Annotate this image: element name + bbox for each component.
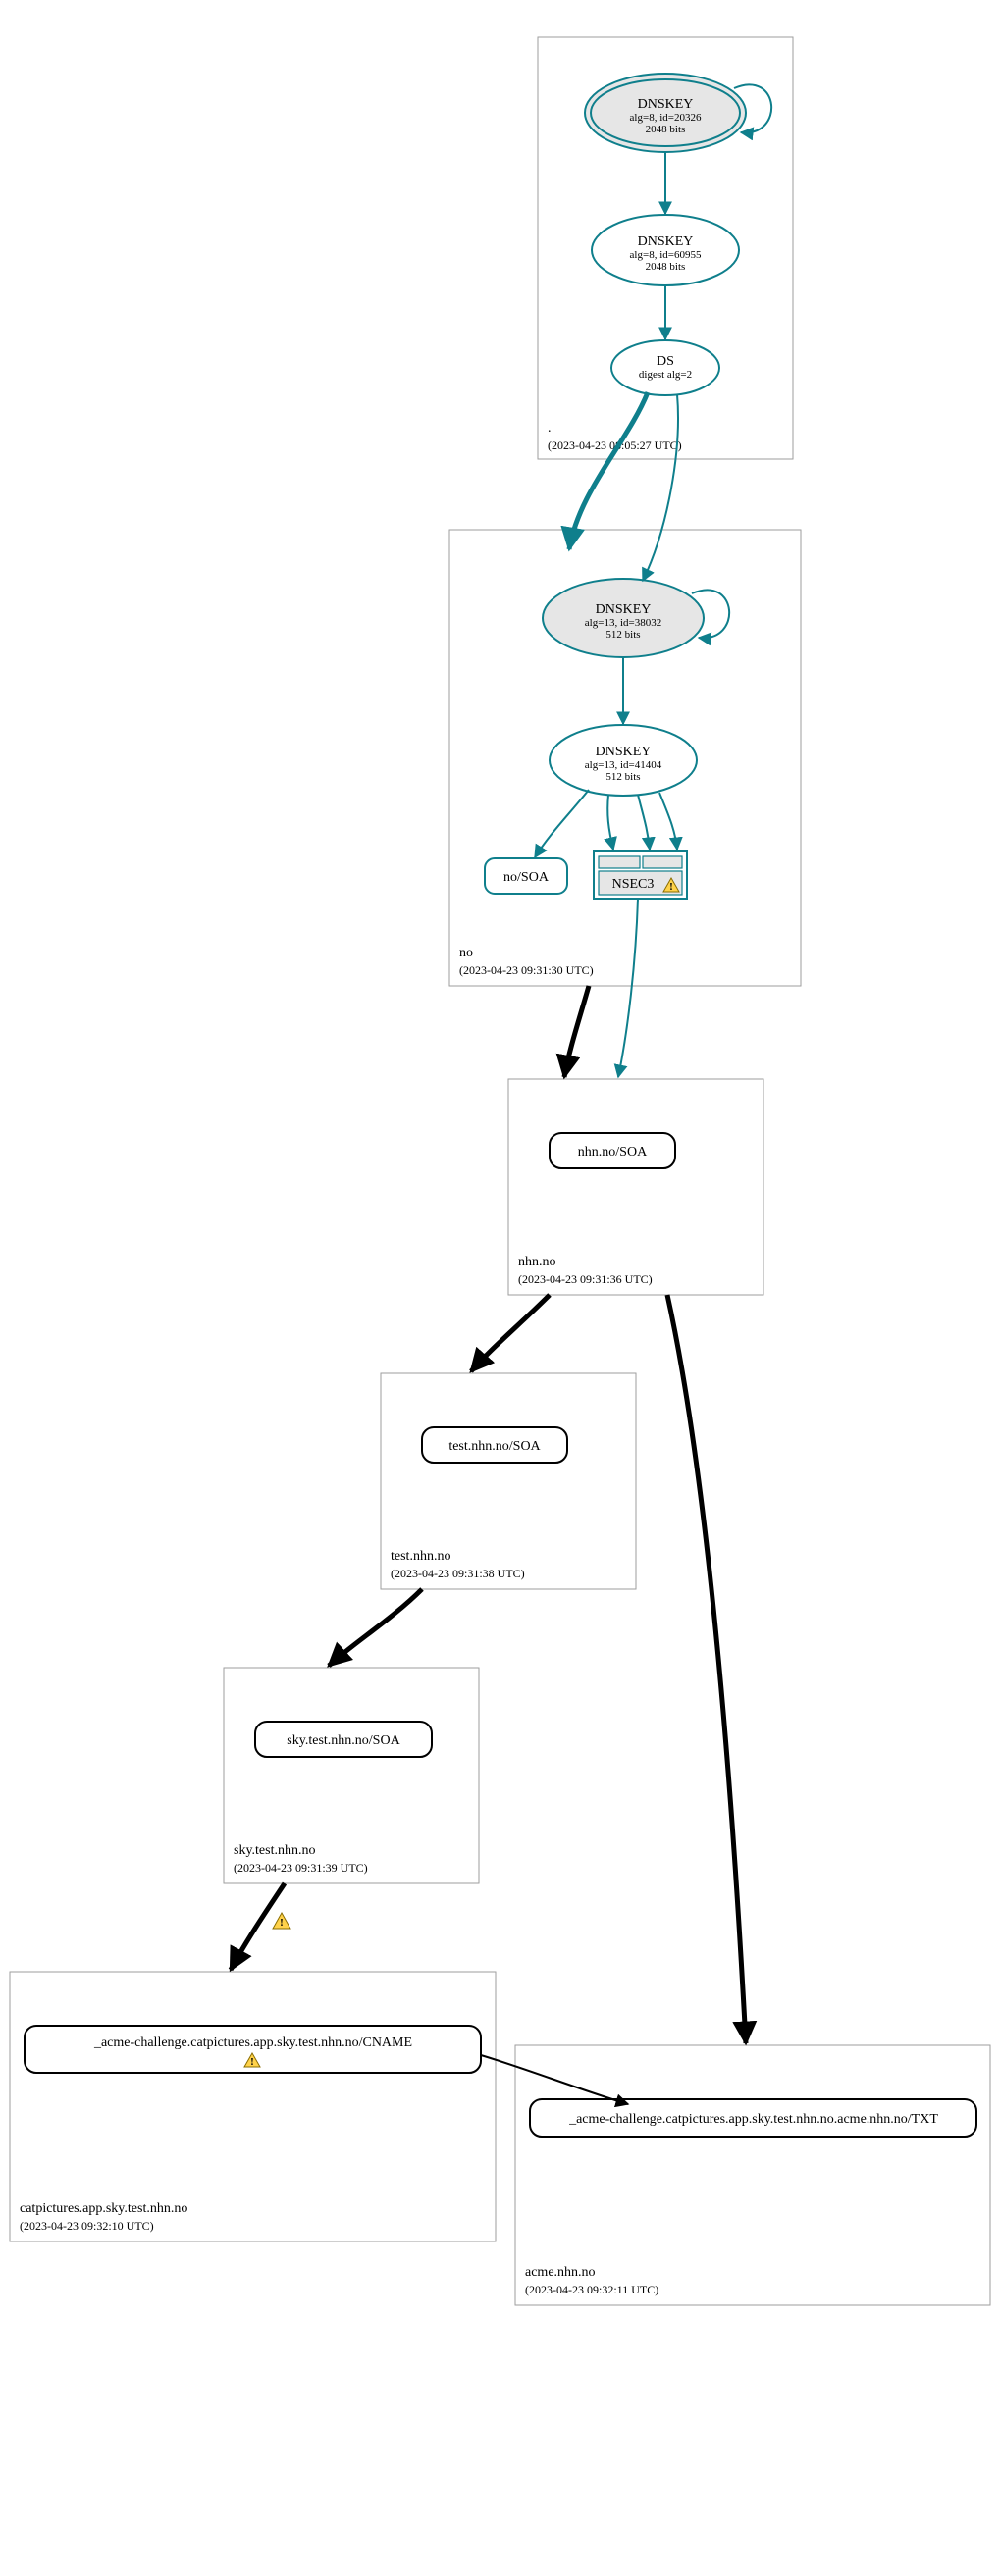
edge-no-to-nhn — [564, 986, 589, 1077]
svg-text:DNSKEY: DNSKEY — [638, 234, 694, 249]
zone-test-title: test.nhn.no — [391, 1549, 450, 1564]
node-sky-soa[interactable]: sky.test.nhn.no/SOA — [255, 1722, 432, 1757]
zone-nhn-ts: (2023-04-23 09:31:36 UTC) — [518, 1272, 653, 1286]
svg-text:!: ! — [669, 881, 673, 893]
svg-text:2048 bits: 2048 bits — [646, 124, 686, 135]
svg-text:2048 bits: 2048 bits — [646, 261, 686, 273]
svg-text:DNSKEY: DNSKEY — [638, 97, 694, 112]
zone-root-title: . — [548, 421, 552, 436]
edge-no-zsk-nsec3-a — [607, 795, 613, 850]
node-no-soa[interactable]: no/SOA — [485, 858, 567, 894]
zone-cat-title: catpictures.app.sky.test.nhn.no — [20, 2201, 187, 2216]
svg-text:alg=13, id=38032: alg=13, id=38032 — [585, 617, 661, 629]
edge-no-zsk-soa — [535, 790, 589, 857]
edge-nhn-to-acme — [667, 1295, 746, 2043]
svg-text:no/SOA: no/SOA — [503, 870, 550, 885]
edge-nhn-to-test — [471, 1295, 550, 1371]
node-cat-cname[interactable]: _acme-challenge.catpictures.app.sky.test… — [25, 2026, 481, 2073]
svg-text:512 bits: 512 bits — [605, 629, 640, 641]
svg-text:alg=8, id=60955: alg=8, id=60955 — [630, 249, 702, 261]
edge-root-to-no-thick — [569, 392, 648, 549]
node-no-nsec3[interactable]: NSEC3 ! — [594, 851, 687, 899]
svg-text:DNSKEY: DNSKEY — [596, 602, 652, 617]
zone-test-ts: (2023-04-23 09:31:38 UTC) — [391, 1567, 525, 1580]
zone-acme-title: acme.nhn.no — [525, 2265, 596, 2280]
edge-no-zsk-nsec3-b — [638, 795, 650, 850]
node-nhn-soa[interactable]: nhn.no/SOA — [550, 1133, 675, 1168]
zone-cat-ts: (2023-04-23 09:32:10 UTC) — [20, 2219, 154, 2233]
edge-test-to-sky — [329, 1589, 422, 1666]
edge-ds-to-noksk — [643, 394, 678, 581]
svg-text:512 bits: 512 bits — [605, 771, 640, 783]
edge-cname-to-txt — [481, 2055, 628, 2104]
zone-no-title: no — [459, 946, 473, 960]
zone-acme-ts: (2023-04-23 09:32:11 UTC) — [525, 2283, 658, 2296]
svg-text:!: ! — [250, 2056, 254, 2068]
node-no-ksk[interactable]: DNSKEY alg=13, id=38032 512 bits — [543, 579, 704, 657]
node-root-ds[interactable]: DS digest alg=2 — [611, 340, 719, 395]
svg-text:test.nhn.no/SOA: test.nhn.no/SOA — [448, 1439, 541, 1454]
svg-text:nhn.no/SOA: nhn.no/SOA — [578, 1145, 648, 1159]
edge-nsec3-to-nhn — [618, 899, 638, 1077]
node-root-zsk[interactable]: DNSKEY alg=8, id=60955 2048 bits — [592, 215, 739, 285]
svg-text:sky.test.nhn.no/SOA: sky.test.nhn.no/SOA — [287, 1733, 400, 1748]
zone-no-ts: (2023-04-23 09:31:30 UTC) — [459, 963, 594, 977]
edge-no-zsk-nsec3-c — [659, 793, 677, 850]
svg-text:!: ! — [280, 1917, 284, 1929]
svg-text:DS: DS — [657, 354, 674, 369]
svg-text:_acme-challenge.catpictures.ap: _acme-challenge.catpictures.app.sky.test… — [568, 2112, 938, 2127]
svg-text:digest alg=2: digest alg=2 — [639, 369, 692, 381]
node-no-zsk[interactable]: DNSKEY alg=13, id=41404 512 bits — [550, 725, 697, 796]
zone-sky-ts: (2023-04-23 09:31:39 UTC) — [234, 1861, 368, 1875]
svg-text:NSEC3: NSEC3 — [612, 877, 655, 892]
node-test-soa[interactable]: test.nhn.no/SOA — [422, 1427, 567, 1463]
node-acme-txt[interactable]: _acme-challenge.catpictures.app.sky.test… — [530, 2099, 976, 2137]
zone-nhn-title: nhn.no — [518, 1255, 556, 1269]
svg-text:alg=8, id=20326: alg=8, id=20326 — [630, 112, 702, 124]
dnsviz-diagram: . (2023-04-23 08:05:27 UTC) no (2023-04-… — [0, 0, 1000, 2576]
svg-text:DNSKEY: DNSKEY — [596, 745, 652, 759]
node-root-ksk[interactable]: DNSKEY alg=8, id=20326 2048 bits — [585, 74, 746, 152]
zone-sky-title: sky.test.nhn.no — [234, 1843, 315, 1858]
svg-text:alg=13, id=41404: alg=13, id=41404 — [585, 759, 662, 771]
warning-icon: ! — [273, 1913, 290, 1929]
svg-text:_acme-challenge.catpictures.ap: _acme-challenge.catpictures.app.sky.test… — [93, 2035, 412, 2050]
